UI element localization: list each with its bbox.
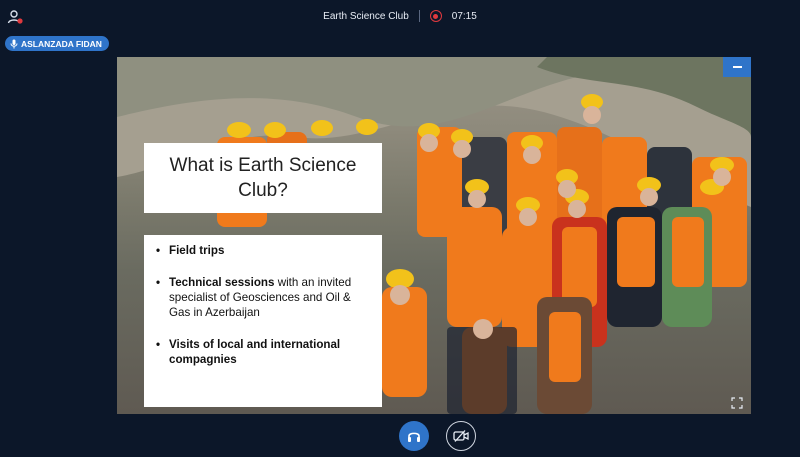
bullet-item: Visits of local and international compag… [156, 337, 374, 367]
bullet-item: Field trips [156, 243, 374, 258]
meeting-header: Earth Science Club 07:15 [0, 10, 800, 22]
audio-button[interactable] [399, 421, 429, 451]
shared-screen: What is Earth Science Club? Field trips … [117, 57, 751, 414]
speaker-name: ASLANZADA FIDAN [21, 38, 102, 49]
headset-icon [408, 432, 420, 442]
slide-title-box: What is Earth Science Club? [144, 143, 382, 213]
meeting-timer: 07:15 [451, 10, 477, 22]
camera-off-icon [453, 430, 469, 442]
fullscreen-icon[interactable] [731, 397, 743, 409]
bullet-bold: Technical sessions [169, 276, 275, 289]
slide-bullet-box: Field trips Technical sessions with an i… [144, 235, 382, 407]
video-button[interactable] [446, 421, 476, 451]
slide-title: What is Earth Science Club? [169, 155, 357, 201]
bullet-item: Technical sessions with an invited speci… [156, 275, 374, 320]
meeting-title: Earth Science Club [323, 10, 409, 22]
front-row [382, 207, 712, 414]
record-icon[interactable] [429, 10, 442, 22]
minimize-button[interactable] [723, 57, 751, 77]
top-bar: Earth Science Club 07:15 [0, 0, 800, 34]
bullet-bold: Field trips [169, 244, 225, 257]
bullet-bold: Visits of local and international compag… [169, 338, 341, 366]
microphone-icon [10, 39, 18, 48]
header-divider [418, 10, 420, 22]
active-speaker-badge: ASLANZADA FIDAN [5, 36, 109, 51]
minimize-icon [732, 66, 742, 68]
